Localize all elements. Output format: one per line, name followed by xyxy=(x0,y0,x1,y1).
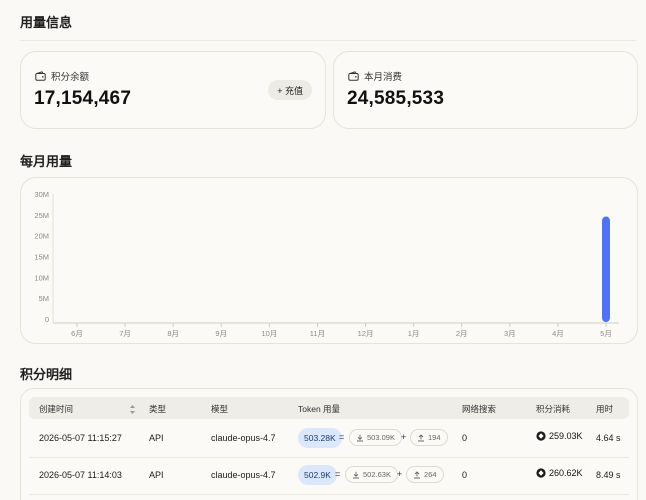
y-tick-label: 5M xyxy=(39,294,49,303)
upload-icon xyxy=(414,470,420,478)
table-row[interactable]: 2026-05-07 11:15:27 API claude-opus-4.7 … xyxy=(29,421,629,457)
cell-time: 2026-05-07 11:15:27 xyxy=(39,433,122,443)
usage-section-title: 用量信息 xyxy=(20,15,73,30)
plus-sign: + xyxy=(397,469,403,479)
balance-label-row: 积分余额 xyxy=(35,69,89,83)
x-tick-label: 1月 xyxy=(408,329,420,338)
balance-label: 积分余额 xyxy=(51,72,90,83)
row-divider xyxy=(29,494,629,495)
usage-bar[interactable] xyxy=(602,216,610,322)
credit-icon xyxy=(536,468,546,478)
x-tick-label: 9月 xyxy=(215,329,227,338)
table-header: 创建时间 类型 模型 Token 用量 网络搜索 积分消耗 用时 xyxy=(29,397,629,419)
section-divider xyxy=(20,40,636,41)
x-tick-label: 8月 xyxy=(167,329,179,338)
monthly-usage-title: 每月用量 xyxy=(20,154,73,169)
balance-value: 17,154,467 xyxy=(34,88,132,109)
upload-icon xyxy=(418,433,424,441)
monthly-label-row: 本月消费 xyxy=(348,69,402,83)
input-tokens-value: 503.09K xyxy=(367,433,395,442)
y-tick-label: 30M xyxy=(34,190,49,199)
output-tokens-value: 264 xyxy=(424,470,437,479)
x-tick-label: 2月 xyxy=(456,329,468,338)
x-tick-label: 11月 xyxy=(310,329,325,338)
wallet-icon xyxy=(35,71,46,81)
x-tick-label: 10月 xyxy=(261,329,277,338)
header-model: 模型 xyxy=(211,404,229,414)
monthly-usage-chart: 0 5M 10M 15M 20M 25M 30M 6月 7月 8月 9月 10月 11月 12月 1月 2月 3… xyxy=(20,177,638,344)
cell-type: API xyxy=(149,470,164,480)
credit-cost-value: 260.62K xyxy=(549,468,583,478)
download-icon xyxy=(357,434,363,441)
header-type: 类型 xyxy=(149,404,167,414)
x-tick-label: 4月 xyxy=(552,329,564,338)
monthly-spend-label: 本月消费 xyxy=(364,72,403,83)
cell-model: claude-opus-4.7 xyxy=(211,470,276,480)
cell-type: API xyxy=(149,433,164,443)
cell-duration: 8.49 s xyxy=(596,470,621,480)
equals-sign: = xyxy=(335,469,341,479)
y-tick-label: 10M xyxy=(34,273,49,282)
credit-icon xyxy=(536,431,546,441)
input-tokens-chip: 502.63K xyxy=(345,466,398,483)
header-web-search: 网络搜索 xyxy=(462,404,497,414)
x-tick-label: 5月 xyxy=(600,329,612,338)
cell-model: claude-opus-4.7 xyxy=(211,433,276,443)
table-row[interactable]: 2026-05-07 11:14:03 API claude-opus-4.7 … xyxy=(29,458,629,494)
ledger-table: 创建时间 类型 模型 Token 用量 网络搜索 积分消耗 用时 2026-05… xyxy=(20,388,638,500)
output-tokens-value: 194 xyxy=(428,433,441,442)
y-tick-label: 25M xyxy=(34,211,49,220)
equals-sign: = xyxy=(339,432,345,442)
cell-credit-cost: 259.03K xyxy=(536,431,583,441)
y-tick-label: 0 xyxy=(45,315,49,324)
input-tokens-chip: 503.09K xyxy=(349,429,402,446)
sort-icon[interactable] xyxy=(129,402,136,420)
header-duration: 用时 xyxy=(596,404,614,414)
wallet-icon xyxy=(348,71,359,81)
x-tick-label: 6月 xyxy=(71,329,83,338)
x-tick-label: 7月 xyxy=(119,329,131,338)
token-total-badge: 503.28K xyxy=(298,428,342,448)
cell-duration: 4.64 s xyxy=(596,433,621,443)
output-tokens-chip: 194 xyxy=(410,429,448,446)
x-tick-label: 3月 xyxy=(504,329,516,338)
header-token-usage: Token 用量 xyxy=(298,404,341,414)
cell-credit-cost: 260.62K xyxy=(536,468,583,478)
header-credit-cost: 积分消耗 xyxy=(536,404,571,414)
ledger-section-title: 积分明细 xyxy=(20,367,73,382)
cell-web-search: 0 xyxy=(462,470,468,480)
token-total-badge: 502.9K xyxy=(298,465,337,485)
plus-sign: + xyxy=(401,432,407,442)
input-tokens-value: 502.63K xyxy=(363,470,391,479)
credit-cost-value: 259.03K xyxy=(549,431,583,441)
cell-time: 2026-05-07 11:14:03 xyxy=(39,470,122,480)
monthly-usage-chart-svg: 0 5M 10M 15M 20M 25M 30M 6月 7月 8月 9月 10月 11月 12月 1月 2月 3… xyxy=(34,190,619,338)
recharge-button[interactable]: + 充值 xyxy=(268,80,312,100)
y-tick-label: 15M xyxy=(34,253,49,262)
output-tokens-chip: 264 xyxy=(406,466,444,483)
monthly-spend-card: 本月消费 24,585,533 xyxy=(333,51,638,129)
cell-web-search: 0 xyxy=(462,433,468,443)
monthly-spend-value: 24,585,533 xyxy=(347,88,445,109)
y-tick-label: 20M xyxy=(34,232,49,241)
header-created-time[interactable]: 创建时间 xyxy=(39,403,73,415)
balance-card: 积分余额 17,154,467 + 充值 xyxy=(20,51,326,129)
download-icon xyxy=(353,471,359,478)
x-tick-label: 12月 xyxy=(358,329,374,338)
